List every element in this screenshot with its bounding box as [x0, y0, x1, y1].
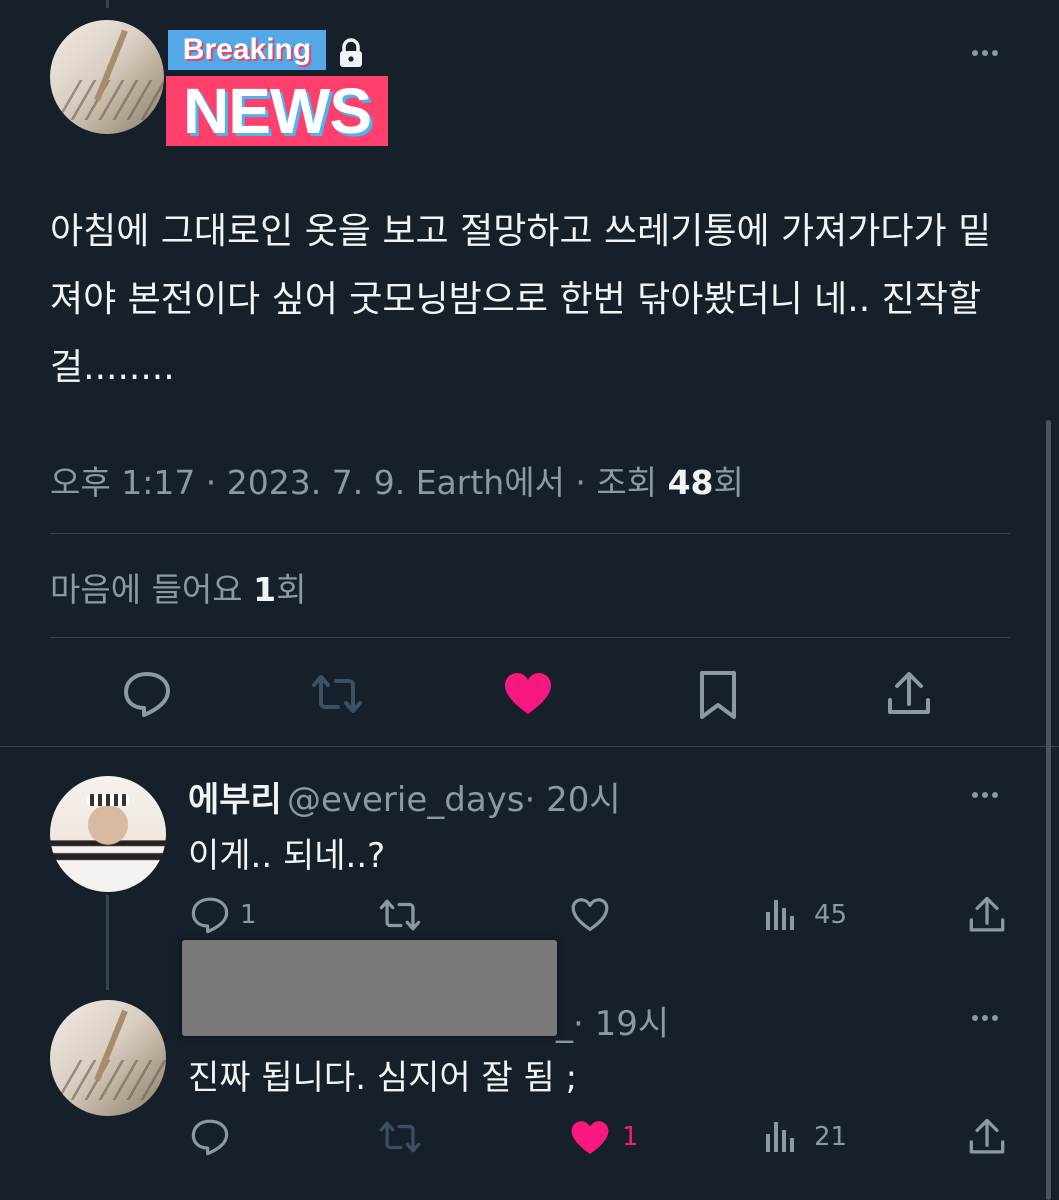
reply-text: 진짜 됩니다. 심지어 잘 됨 ;	[188, 1058, 578, 1098]
share-icon[interactable]	[968, 1117, 1006, 1157]
view-suffix: 회	[713, 463, 744, 502]
reply-header: _· 19시	[556, 996, 669, 1045]
tweet-text: 아침에 그대로인 옷을 보고 절망하고 쓰레기통에 가져가다가 밑져야 본전이다…	[50, 211, 992, 388]
reply-icon[interactable]	[190, 1118, 230, 1156]
more-icon[interactable]	[972, 50, 998, 56]
reply-text: 이게.. 되네..?	[188, 836, 386, 876]
more-icon[interactable]	[972, 1015, 998, 1021]
divider	[0, 746, 1059, 747]
likes-label: 마음에 들어요	[50, 570, 254, 609]
views-icon[interactable]	[764, 1120, 798, 1154]
tweet-meta: 오후 1:17 · 2023. 7. 9. Earth에서 · 조회 48회	[50, 456, 744, 504]
display-name-badge-news[interactable]: NEWS	[166, 75, 388, 147]
divider	[50, 533, 1010, 534]
reply-header: 에부리 @everie_days· 20시	[188, 772, 621, 821]
retweet-icon[interactable]	[378, 1120, 422, 1154]
likes-summary[interactable]: 마음에 들어요 1회	[50, 563, 306, 611]
tweet-timestamp[interactable]: 오후 1:17 · 2023. 7. 9. Earth에서 · 조회	[50, 463, 668, 502]
like-icon-active[interactable]	[503, 672, 553, 716]
reply-icon[interactable]	[122, 670, 172, 718]
author-avatar[interactable]	[50, 20, 164, 134]
views-icon[interactable]	[764, 898, 798, 932]
like-icon-active[interactable]	[570, 1120, 610, 1156]
reply-icon[interactable]	[190, 896, 230, 934]
thread-line-top	[106, 0, 109, 8]
thread-line-replies	[106, 895, 109, 990]
like-icon[interactable]	[570, 897, 610, 933]
share-icon[interactable]	[968, 895, 1006, 935]
share-icon[interactable]	[886, 670, 932, 718]
view-count: 45	[814, 900, 848, 930]
reply-author-name[interactable]: 에부리	[188, 780, 282, 820]
reply-avatar[interactable]	[50, 776, 166, 892]
divider	[50, 637, 1010, 638]
reply-time[interactable]: · 20시	[525, 780, 621, 820]
reply-count: 1	[240, 900, 257, 930]
redacted-username	[182, 940, 557, 1036]
scrollbar[interactable]	[1046, 420, 1051, 1200]
likes-suffix: 회	[276, 570, 307, 609]
view-count: 48	[667, 463, 714, 502]
reply-author-handle[interactable]: @everie_days	[287, 780, 525, 820]
reply-avatar[interactable]	[50, 1000, 166, 1116]
view-count: 21	[814, 1122, 848, 1152]
like-count: 1	[622, 1122, 639, 1152]
bookmark-icon[interactable]	[698, 670, 738, 720]
display-name-badge-breaking[interactable]: Breaking	[168, 30, 326, 70]
more-icon[interactable]	[972, 792, 998, 798]
likes-count: 1	[253, 570, 277, 609]
lock-icon	[340, 38, 362, 67]
reply-author-handle[interactable]: _	[556, 1004, 573, 1044]
retweet-icon[interactable]	[378, 898, 422, 932]
retweet-icon[interactable]	[310, 673, 364, 715]
reply-time[interactable]: · 19시	[573, 1004, 669, 1044]
